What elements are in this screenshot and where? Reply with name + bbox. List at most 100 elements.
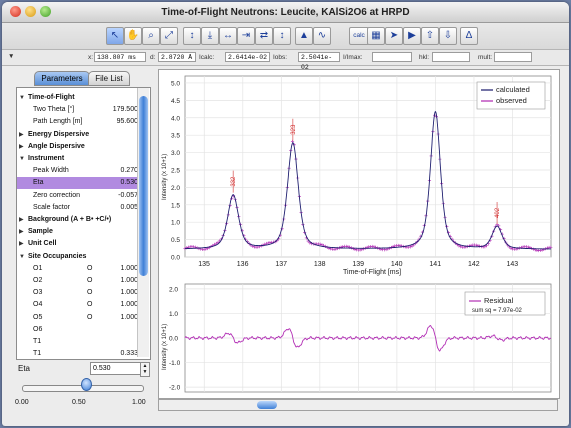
tree-label: Eta xyxy=(33,179,44,187)
tree-atom-code: O xyxy=(87,301,93,309)
tree-row[interactable]: ▶ Sample xyxy=(17,226,141,238)
info-value-6 xyxy=(494,52,532,62)
expand-horizontal-icon[interactable]: ↔ xyxy=(219,27,237,45)
plot-scroll-thumb[interactable] xyxy=(257,401,277,409)
tree-row[interactable]: Zero correction -0.057 xyxy=(17,190,141,202)
plot-scrollbar[interactable] xyxy=(158,399,558,411)
info-label-2: Icalc: xyxy=(199,54,215,61)
download-icon[interactable]: ⇩ xyxy=(439,27,457,45)
tree-atom-code: O xyxy=(87,313,93,321)
hand-tool-icon[interactable]: ✋ xyxy=(124,27,142,45)
pointer-tool-icon[interactable]: ↖ xyxy=(106,27,124,45)
eta-label: Eta xyxy=(18,364,31,373)
title-bar[interactable]: Time-of-Flight Neutrons: Leucite, KAlSi2… xyxy=(2,2,569,23)
tree-value[interactable]: 95.600 xyxy=(117,116,138,128)
tree-label: O2 xyxy=(33,277,43,284)
tree-value[interactable]: 0.333 xyxy=(120,348,138,359)
info-value-1: 2.8720 Å xyxy=(158,52,196,62)
tree-row[interactable]: ▼ Site Occupancies xyxy=(17,251,141,263)
zoom-tool-icon[interactable]: ⌕ xyxy=(142,27,160,45)
tree-row[interactable]: T1 0.333 xyxy=(17,348,141,359)
eta-slider-thumb[interactable] xyxy=(80,378,92,391)
tree-row[interactable]: ▶ Unit Cell xyxy=(17,238,141,250)
tree-label: O5 xyxy=(33,313,43,321)
tree-label: O6 xyxy=(33,325,43,333)
zoom-fit-icon[interactable]: ⤢ xyxy=(160,27,178,45)
tab-parameters[interactable]: Parameters xyxy=(34,71,90,86)
tree-row[interactable]: Two Theta [°] 179.500 xyxy=(17,104,141,116)
y-tick-label: 5.0 xyxy=(171,80,180,87)
tree-row[interactable]: O6 xyxy=(17,324,141,336)
tree-label: T1 xyxy=(33,338,42,345)
parameter-tree[interactable]: ▼ Time-of-Flight Two Theta [°] 179.500 Path … xyxy=(16,87,151,360)
tree-row[interactable]: Scale factor 0.005 xyxy=(17,202,141,214)
tree-row[interactable]: ▶ Angle Dispersive xyxy=(17,141,141,153)
tree-row[interactable]: ▼ Instrument xyxy=(17,153,141,165)
info-value-3: 2.5041e-02 xyxy=(298,52,340,71)
tree-label: Background (A + B• +C/•) xyxy=(28,216,112,223)
tree-row[interactable]: O4 O 1.000 xyxy=(17,299,141,311)
tree-row[interactable]: ▼ Time-of-Flight xyxy=(17,92,141,104)
expand-vertical-icon[interactable]: ↕ xyxy=(183,27,201,45)
disclosure-closed-icon[interactable]: ▶ xyxy=(19,141,24,153)
tree-value[interactable]: 1.000 xyxy=(120,312,138,324)
peak-icon[interactable]: ▲ xyxy=(295,27,313,45)
marker-icon[interactable]: ↕ xyxy=(273,27,291,45)
profile-icon[interactable]: ∿ xyxy=(313,27,331,45)
tree-row[interactable]: ▶ Energy Dispersive xyxy=(17,129,141,141)
peak-label: 323 xyxy=(291,124,297,135)
disclosure-closed-icon[interactable]: ▶ xyxy=(19,226,24,238)
tree-row[interactable]: ▶ Background (A + B• +C/•) xyxy=(17,214,141,226)
tree-row[interactable]: O3 O 1.000 xyxy=(17,287,141,299)
tree-row[interactable]: Eta 0.530 xyxy=(17,177,141,190)
tree-value[interactable]: 1.000 xyxy=(120,287,138,299)
tree-scroll-thumb[interactable] xyxy=(139,96,148,276)
eta-stepper[interactable]: ▲ ▼ xyxy=(140,362,150,377)
disclosure-closed-icon[interactable]: ▶ xyxy=(19,129,24,141)
plot-area[interactable]: 135 136 137 138 139 140 141 142 143 0.0 0.5 1.0 1.5 2… xyxy=(158,69,560,399)
tree-value[interactable]: 0.530 xyxy=(120,177,138,189)
eta-value-field[interactable] xyxy=(90,362,142,375)
disclosure-open-icon[interactable]: ▼ xyxy=(19,92,25,104)
disclosure-closed-icon[interactable]: ▶ xyxy=(19,238,24,250)
tree-value[interactable]: -0.057 xyxy=(118,190,138,202)
plot-svg[interactable]: 135 136 137 138 139 140 141 142 143 0.0 0.5 1.0 1.5 2… xyxy=(159,70,559,398)
tree-value[interactable]: 0.005 xyxy=(120,202,138,214)
tree-value[interactable]: 179.500 xyxy=(113,104,138,116)
tree-value[interactable]: 1.000 xyxy=(120,275,138,287)
shift-icon[interactable]: ⇄ xyxy=(255,27,273,45)
forward-icon[interactable]: ▶ xyxy=(403,27,421,45)
tree-row[interactable]: T1 xyxy=(17,336,141,348)
y-tick-label: 1.0 xyxy=(171,220,180,227)
tree-row[interactable]: O2 O 1.000 xyxy=(17,275,141,287)
calculate-icon[interactable]: calc xyxy=(349,27,369,45)
tree-value[interactable]: 1.000 xyxy=(120,299,138,311)
tree-row[interactable]: O5 O 1.000 xyxy=(17,312,141,324)
x-tick-label: 141 xyxy=(429,261,441,268)
infobar-collapse-icon[interactable]: ▼ xyxy=(8,53,14,60)
disclosure-closed-icon[interactable]: ▶ xyxy=(19,214,24,226)
tree-row[interactable]: Path Length [m] 95.600 xyxy=(17,116,141,128)
tree-value[interactable]: 0.270 xyxy=(120,165,138,177)
upload-icon[interactable]: ⇧ xyxy=(421,27,439,45)
peak-label: 332 xyxy=(231,176,237,187)
tree-row[interactable]: Peak Width 0.270 xyxy=(17,165,141,177)
peak-label: 402 xyxy=(495,207,501,218)
compress-horizontal-icon[interactable]: ⇥ xyxy=(237,27,255,45)
next-icon[interactable]: ➤ xyxy=(385,27,403,45)
tree-label: Scale factor xyxy=(33,203,70,211)
tab-file-list[interactable]: File List xyxy=(88,71,130,86)
compress-vertical-icon[interactable]: ⤓ xyxy=(201,27,219,45)
x-tick-label: 135 xyxy=(198,261,210,268)
tree-value[interactable]: 1.000 xyxy=(120,263,138,275)
table-icon[interactable]: ▦ xyxy=(367,27,385,45)
disclosure-open-icon[interactable]: ▼ xyxy=(19,251,25,263)
tree-scrollbar[interactable] xyxy=(137,88,149,357)
delta-icon[interactable]: Δ xyxy=(460,27,478,45)
tree-label: Unit Cell xyxy=(28,240,57,248)
tree-row[interactable]: O1 O 1.000 xyxy=(17,263,141,275)
tree-label: Time-of-Flight xyxy=(28,94,75,101)
tree-label: Zero correction xyxy=(33,191,81,199)
disclosure-open-icon[interactable]: ▼ xyxy=(19,153,25,165)
tree-label: Energy Dispersive xyxy=(28,130,90,138)
